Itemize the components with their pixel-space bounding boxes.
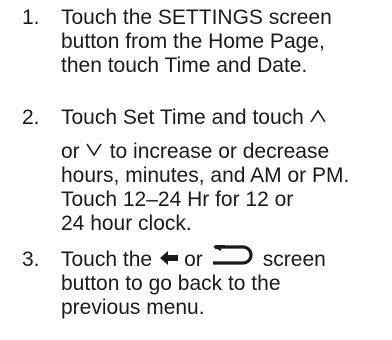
step-text: or — [61, 140, 80, 163]
step-text: Touch Set Time and touch — [61, 106, 304, 129]
step-text-line: then touch Time and Date. — [61, 54, 308, 77]
step-text: to increase or decrease — [109, 140, 330, 163]
step-number: 3. — [22, 248, 40, 271]
step-text: Touch the — [61, 248, 153, 271]
step-text: screen — [262, 248, 326, 271]
step-text-line: button from the Home Page, — [61, 30, 325, 53]
step-text-line: Touch the SETTINGS screen — [61, 6, 332, 29]
step-number: 2. — [22, 106, 40, 129]
step-text-line: hours, minutes, and AM or PM. — [61, 164, 350, 187]
return-arrow-icon — [212, 245, 253, 266]
step-text: or — [184, 248, 203, 271]
step-text-line: Touch the or screen — [61, 245, 326, 272]
chevron-down-icon — [86, 144, 102, 157]
step-number: 1. — [22, 6, 40, 29]
step-text-line: Touch Set Time and touch — [61, 106, 326, 130]
back-arrow-icon — [160, 251, 179, 266]
step-text-line: button to go back to the — [61, 272, 281, 295]
step-text-line: previous menu. — [61, 296, 205, 319]
chevron-up-icon — [310, 109, 326, 123]
step-text-line: or to increase or decrease — [61, 140, 329, 164]
step-text-line: 24 hour clock. — [61, 212, 192, 235]
step-text-line: Touch 12–24 Hr for 12 or — [61, 188, 294, 211]
